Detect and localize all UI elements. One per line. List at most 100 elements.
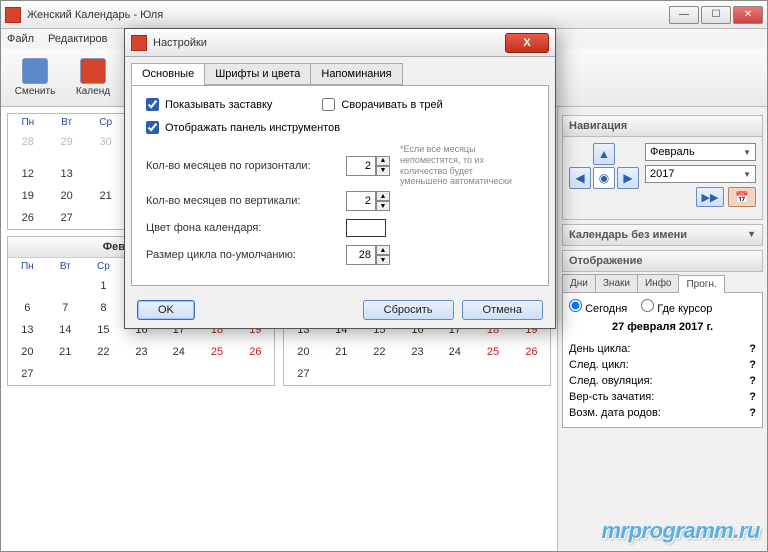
day-cell[interactable]: 27 bbox=[284, 363, 323, 385]
day-cell[interactable] bbox=[123, 363, 160, 385]
radio-today[interactable]: Сегодня bbox=[569, 299, 627, 315]
tool-calendar[interactable]: Календ bbox=[67, 54, 119, 102]
nav-box: ▲ ◀ ◉ ▶ Февраль▼ 2017▼ ▶▶ 📅 bbox=[562, 137, 763, 220]
nav-right[interactable]: ▶ bbox=[617, 167, 639, 189]
day-cell[interactable] bbox=[160, 363, 197, 385]
dow-header: Вт bbox=[48, 114, 86, 131]
day-cell[interactable]: 30 bbox=[86, 131, 126, 153]
ok-button[interactable]: OK bbox=[137, 300, 195, 320]
chk-show-splash[interactable]: Показывать заставку bbox=[146, 98, 272, 111]
radio-cursor[interactable]: Где курсор bbox=[641, 299, 712, 315]
tab-signs[interactable]: Знаки bbox=[595, 274, 638, 292]
day-cell[interactable] bbox=[84, 363, 123, 385]
day-cell[interactable] bbox=[48, 153, 86, 163]
info-line: Возм. дата родов:? bbox=[569, 405, 756, 421]
day-cell[interactable]: 25 bbox=[473, 341, 512, 363]
tab-days[interactable]: Дни bbox=[562, 274, 596, 292]
tab-main[interactable]: Основные bbox=[131, 63, 205, 85]
day-cell[interactable]: 14 bbox=[47, 319, 84, 341]
day-cell[interactable] bbox=[86, 207, 126, 229]
year-select[interactable]: 2017▼ bbox=[645, 165, 756, 183]
bg-color-picker[interactable] bbox=[346, 219, 386, 237]
spin-cycle[interactable]: ▲▼ bbox=[346, 245, 390, 265]
day-cell[interactable]: 8 bbox=[84, 297, 123, 319]
day-cell[interactable]: 26 bbox=[237, 341, 274, 363]
minimize-button[interactable]: — bbox=[669, 6, 699, 24]
spin-months-v[interactable]: ▲▼ bbox=[346, 191, 390, 211]
nav-left[interactable]: ◀ bbox=[569, 167, 591, 189]
day-cell[interactable]: 13 bbox=[48, 163, 86, 185]
day-cell[interactable]: 26 bbox=[513, 341, 550, 363]
day-cell[interactable]: 6 bbox=[8, 297, 47, 319]
day-cell[interactable] bbox=[360, 363, 399, 385]
tab-fonts[interactable]: Шрифты и цвета bbox=[204, 63, 311, 85]
reset-button[interactable]: Сбросить bbox=[363, 300, 454, 320]
dialog-close-button[interactable]: X bbox=[505, 33, 549, 53]
day-cell[interactable]: 21 bbox=[323, 341, 360, 363]
nav-center[interactable]: ◉ bbox=[593, 167, 615, 189]
day-cell[interactable] bbox=[8, 153, 48, 163]
user-icon bbox=[22, 58, 48, 84]
day-cell[interactable] bbox=[513, 363, 550, 385]
day-cell[interactable]: 28 bbox=[8, 131, 48, 153]
day-cell[interactable] bbox=[237, 363, 274, 385]
day-cell[interactable] bbox=[47, 363, 84, 385]
tab-prognosis[interactable]: Прогн. bbox=[678, 275, 724, 293]
day-cell[interactable]: 22 bbox=[84, 341, 123, 363]
day-cell[interactable]: 21 bbox=[47, 341, 84, 363]
tool-change-user[interactable]: Сменить bbox=[9, 54, 61, 102]
day-cell[interactable]: 12 bbox=[8, 163, 48, 185]
day-cell[interactable]: 26 bbox=[8, 207, 48, 229]
day-cell[interactable]: 23 bbox=[123, 341, 160, 363]
day-cell[interactable] bbox=[86, 163, 126, 185]
day-cell[interactable]: 20 bbox=[284, 341, 323, 363]
info-line: След. овуляция:? bbox=[569, 373, 756, 389]
day-cell[interactable]: 27 bbox=[48, 207, 86, 229]
day-cell[interactable]: 20 bbox=[48, 185, 86, 207]
day-cell[interactable]: 25 bbox=[197, 341, 236, 363]
day-cell[interactable]: 7 bbox=[47, 297, 84, 319]
day-cell[interactable]: 24 bbox=[160, 341, 197, 363]
day-cell[interactable] bbox=[323, 363, 360, 385]
day-cell[interactable]: 29 bbox=[48, 131, 86, 153]
day-cell[interactable] bbox=[436, 363, 473, 385]
day-cell[interactable] bbox=[399, 363, 436, 385]
day-cell[interactable]: 23 bbox=[399, 341, 436, 363]
calendar-icon bbox=[80, 58, 106, 84]
nav-fast-fwd[interactable]: ▶▶ bbox=[696, 187, 724, 207]
day-cell[interactable] bbox=[8, 275, 47, 297]
day-cell[interactable] bbox=[47, 275, 84, 297]
day-cell[interactable]: 15 bbox=[84, 319, 123, 341]
chk-minimize-tray[interactable]: Сворачивать в трей bbox=[322, 98, 442, 111]
nav-goto-today[interactable]: 📅 bbox=[728, 187, 756, 207]
calname-header[interactable]: Календарь без имени▼ bbox=[562, 224, 763, 246]
tab-info[interactable]: Инфо bbox=[637, 274, 680, 292]
maximize-button[interactable]: ☐ bbox=[701, 6, 731, 24]
menu-file[interactable]: Файл bbox=[7, 33, 34, 45]
day-cell[interactable]: 21 bbox=[86, 185, 126, 207]
menu-edit[interactable]: Редактиров bbox=[48, 33, 107, 45]
day-cell[interactable] bbox=[86, 153, 126, 163]
close-button[interactable]: ✕ bbox=[733, 6, 763, 24]
day-cell[interactable]: 13 bbox=[8, 319, 47, 341]
day-cell[interactable]: 27 bbox=[8, 363, 47, 385]
day-cell[interactable] bbox=[473, 363, 512, 385]
cancel-button[interactable]: Отмена bbox=[462, 300, 543, 320]
dialog-icon bbox=[131, 35, 147, 51]
tab-reminders[interactable]: Напоминания bbox=[310, 63, 402, 85]
day-cell[interactable]: 22 bbox=[360, 341, 399, 363]
chk-show-toolbar[interactable]: Отображать панель инструментов bbox=[146, 121, 534, 134]
info-line: Вер-сть зачатия:? bbox=[569, 389, 756, 405]
day-cell[interactable]: 19 bbox=[8, 185, 48, 207]
spin-months-h[interactable]: ▲▼ bbox=[346, 156, 390, 176]
dow-header: Пн bbox=[8, 114, 48, 131]
settings-dialog: Настройки X Основные Шрифты и цвета Напо… bbox=[124, 28, 556, 329]
day-cell[interactable]: 20 bbox=[8, 341, 47, 363]
window-title: Женский Календарь - Юля bbox=[27, 9, 669, 21]
lbl-months-h: Кол-во месяцев по горизонтали: bbox=[146, 160, 336, 172]
day-cell[interactable]: 1 bbox=[84, 275, 123, 297]
month-select[interactable]: Февраль▼ bbox=[645, 143, 756, 161]
day-cell[interactable] bbox=[197, 363, 236, 385]
day-cell[interactable]: 24 bbox=[436, 341, 473, 363]
nav-up[interactable]: ▲ bbox=[593, 143, 615, 165]
